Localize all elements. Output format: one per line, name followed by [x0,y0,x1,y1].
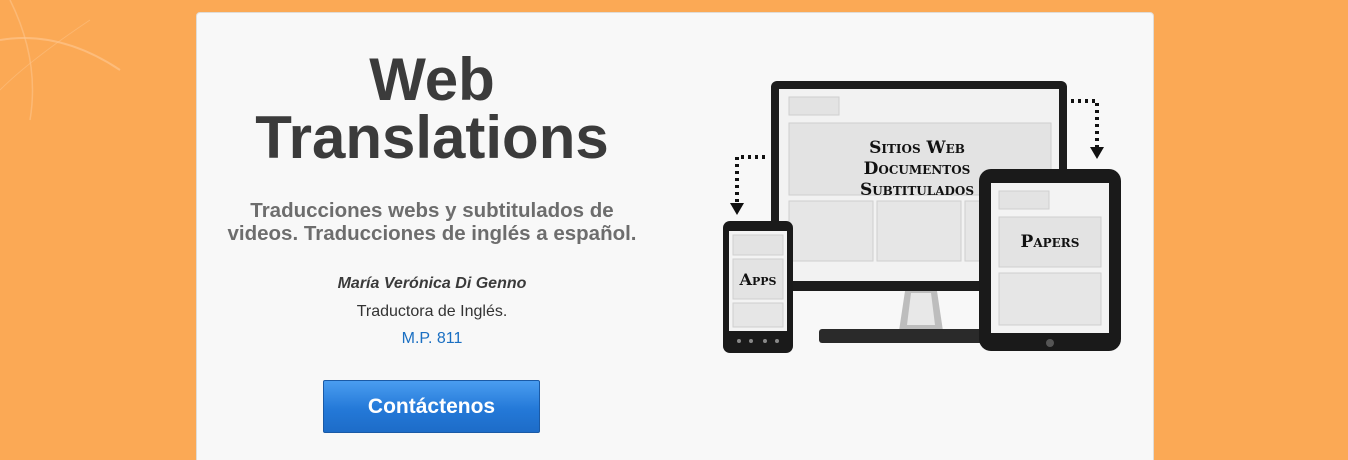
background-streak [0,0,121,121]
author-name: María Verónica Di Genno [337,275,527,292]
author-license: M.P. 811 [401,330,463,347]
devices-illustration: Sitios Web Documentos Subtitulados Paper… [723,81,1121,353]
tablet-label: Papers [1021,232,1080,252]
tagline: Traducciones webs y subtitulados de vide… [197,199,667,245]
title-line-2: Translations [255,104,609,171]
page-title: Web Translations [197,46,667,171]
contact-button[interactable]: Contáctenos [323,380,540,433]
phone-label: Apps [739,270,777,289]
hero-card: Web Translations Traducciones webs y sub… [196,12,1154,460]
tagline-line-2: videos. Traducciones de inglés a español… [227,222,637,245]
tagline-line-1: Traducciones webs y subtitulados de [250,199,614,222]
monitor-label-1: Sitios Web [869,138,965,158]
author-role: Traductora de Inglés. [356,303,508,320]
monitor-label-3: Subtitulados [860,180,974,200]
monitor-label-2: Documentos [864,159,971,179]
title-line-1: Web [369,46,495,113]
tablet-icon [979,169,1121,351]
